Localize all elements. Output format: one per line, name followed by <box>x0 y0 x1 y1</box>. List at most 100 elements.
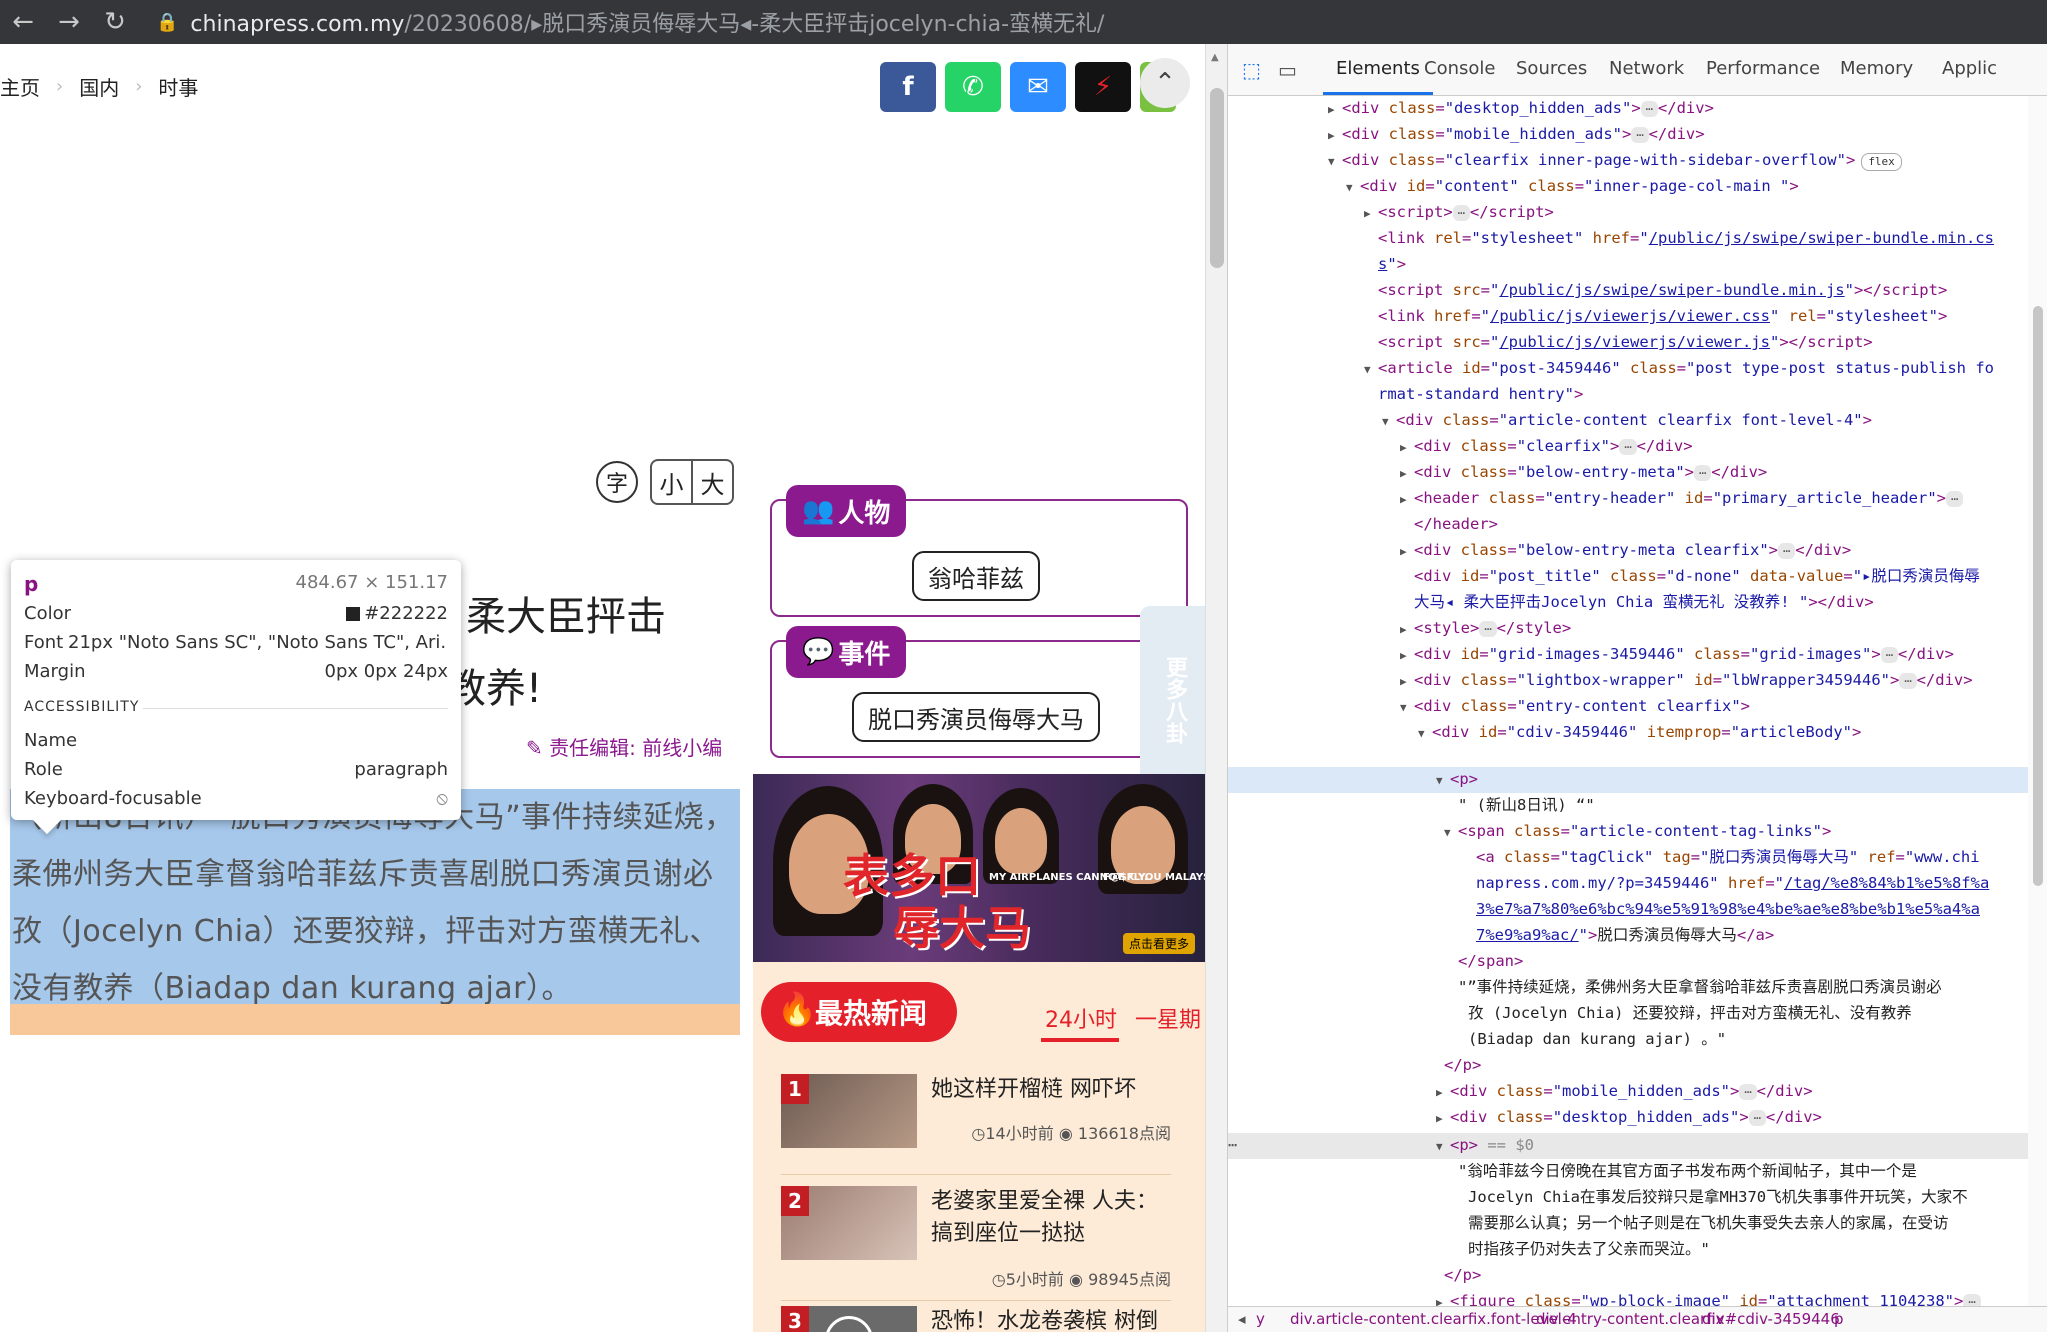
dom-node[interactable]: <link href="/public/js/viewerjs/viewer.c… <box>1228 304 2028 330</box>
dom-node-p-selected[interactable]: ▼ <p> <box>1228 767 2028 794</box>
tab-week[interactable]: 一星期 <box>1135 1002 1201 1034</box>
tooltip-role-value: paragraph <box>354 759 448 780</box>
news-rank: 2 <box>781 1186 809 1216</box>
back-icon[interactable]: ← <box>0 7 46 37</box>
event-tag-link[interactable]: 脱口秀演员侮辱大马 <box>852 692 1100 742</box>
news-rank: 3 <box>781 1306 809 1332</box>
dom-text-node[interactable]: " (新山8日讯) “" <box>1228 793 2028 819</box>
article-title-fragment-1: 柔大臣抨击 <box>466 594 666 640</box>
tab-performance[interactable]: Performance <box>1706 58 1820 79</box>
scroll-top-button[interactable]: ⌃ <box>1140 58 1190 108</box>
font-large-button[interactable]: 大 <box>691 461 732 503</box>
dom-node[interactable]: ▶ <div class="lightbox-wrapper" id="lbWra… <box>1228 668 2028 695</box>
breadcrumb-current[interactable]: 时事 <box>158 72 198 101</box>
crumb-0[interactable]: y <box>1256 1310 1265 1328</box>
lock-icon[interactable]: 🔒 <box>156 12 178 33</box>
breadcrumb-home[interactable]: 主页 <box>0 72 40 101</box>
clock-icon: ◷ <box>971 1124 986 1143</box>
url-host: chinapress.com.my <box>190 12 405 37</box>
address-bar[interactable]: chinapress.com.my/20230608/▸脱口秀演员侮辱大马◂-柔… <box>190 6 1104 38</box>
dom-node[interactable]: ▶ <script> ⋯ </script> <box>1228 200 2028 227</box>
font-small-button[interactable]: 小 <box>652 461 691 503</box>
news-title: 她这样开榴梿 网吓坏 <box>931 1077 1136 1102</box>
breadcrumb-domestic[interactable]: 国内 <box>79 72 119 101</box>
dom-node[interactable]: ▼ <article id="post-3459446" class="post … <box>1228 356 2028 383</box>
tab-console[interactable]: Console <box>1424 58 1495 79</box>
banner-more-button[interactable]: 点击看更多 <box>1122 933 1195 954</box>
tag-link-text: 脱口秀演员侮辱大马 <box>1597 926 1737 944</box>
dom-text-node[interactable]: "翁哈菲兹今日傍晚在其官方面子书发布两个新闻帖子，其中一个是 <box>1228 1159 2028 1185</box>
news-item[interactable]: 1 她这样开榴梿 网吓坏 ◷14小时前 ◉ 136618点阅 <box>781 1074 1171 1174</box>
news-views: 136618点阅 <box>1077 1124 1171 1143</box>
dom-node[interactable]: ▶ <header class="entry-header" id="primar… <box>1228 486 2028 513</box>
tooltip-tag: p <box>24 572 39 596</box>
dom-node[interactable]: ▶ <div class="mobile_hidden_ads"> ⋯ </div> <box>1228 122 2028 149</box>
dom-node[interactable]: ▼ <div id="cdiv-3459446" itemprop="articl… <box>1228 720 2028 747</box>
dom-node[interactable]: ▶ <style> ⋯ </style> <box>1228 616 2028 643</box>
dom-node-continuation: 3%e7%a7%80%e6%bc%94%e5%91%98%e4%be%ae%e8… <box>1476 900 1980 918</box>
forward-icon[interactable]: → <box>46 7 92 37</box>
dom-node[interactable]: ▼ <div class="clearfix inner-page-with-si… <box>1228 148 2028 175</box>
dom-node[interactable]: ▶ <div id="grid-images-3459446" class="gr… <box>1228 642 2028 669</box>
dom-node[interactable]: ▼ <div id="content" class="inner-page-col… <box>1228 174 2028 201</box>
crumb-2[interactable]: div.entry-content.clearfix <box>1536 1310 1725 1328</box>
page-scrollbar-thumb[interactable] <box>1210 88 1224 268</box>
dom-node[interactable]: ▼ <div class="entry-content clearfix"> <box>1228 694 2028 721</box>
devtools-scrollbar-thumb[interactable] <box>2033 306 2043 886</box>
text-node-6: Jocelyn Chia在事发后狡辩只是拿MH370飞机失事事件开玩笑，大家不 <box>1468 1188 1968 1206</box>
dom-node[interactable]: <link rel="stylesheet" href="/public/js/… <box>1228 226 2028 252</box>
news-views: 98945点阅 <box>1088 1270 1171 1289</box>
scroll-up-arrow-icon[interactable]: ▲ <box>1211 52 1219 63</box>
people-title: 👥 人物 <box>786 485 907 537</box>
dom-node[interactable]: <div id="post_title" class="d-none" data… <box>1228 564 2028 590</box>
news-item[interactable]: 2 老婆家里爱全裸 人夫：搞到座位一挞挞 ◷5小时前 ◉ 98945点阅 <box>781 1186 1171 1296</box>
device-toolbar-icon[interactable]: ▭ <box>1278 58 1297 82</box>
dom-node[interactable]: ▶ <figure class="wp-block-image" id="atta… <box>1228 1289 2028 1306</box>
dom-text-continuation: 时指孩子仍对失去了父亲而哭泣。" <box>1228 1237 2028 1263</box>
tab-application[interactable]: Applic <box>1942 58 1997 79</box>
facebook-share-button[interactable]: f <box>880 62 936 112</box>
people-icon: 👥 <box>802 496 835 526</box>
crumb-1[interactable]: div.article-content.clearfix.font-level-… <box>1290 1310 1577 1328</box>
font-size-controls: 字 小 大 <box>596 459 734 505</box>
dom-node-close: </span> <box>1458 952 1524 970</box>
dom-node[interactable]: ▶ <div class="mobile_hidden_ads"> ⋯ </div> <box>1228 1079 2028 1106</box>
inspect-element-icon[interactable]: ⬚ <box>1242 58 1261 82</box>
people-tag-link[interactable]: 翁哈菲兹 <box>912 551 1040 601</box>
crumb-4[interactable]: p <box>1834 1310 1844 1328</box>
crumb-3[interactable]: div#cdiv-3459446 <box>1702 1310 1840 1328</box>
dom-node[interactable]: ▶ <div class="below-entry-meta"> ⋯ </div> <box>1228 460 2028 487</box>
dom-node[interactable]: <script src="/public/js/swipe/swiper-bun… <box>1228 278 2028 304</box>
promo-banner[interactable]: 表多口 辱大马 MY AIRPLANES CANNOT FLY. F@$K YO… <box>753 774 1205 962</box>
tab-24h[interactable]: 24小时 <box>1045 1002 1117 1034</box>
news-item[interactable]: ▶ 3 恐怖！水龙卷袭槟 树倒砸死摩哆骑士 <box>781 1306 1171 1332</box>
tab-elements[interactable]: Elements <box>1336 58 1420 79</box>
dom-node[interactable]: ▶ <div class="clearfix"> ⋯ </div> <box>1228 434 2028 461</box>
dom-node[interactable]: ▶ <div class="below-entry-meta clearfix">… <box>1228 538 2028 565</box>
app-share-button[interactable]: ⚡ <box>1075 62 1131 112</box>
dom-node-continuation: 7%e9%a9%ac/">脱口秀演员侮辱大马</a> <box>1476 926 1775 944</box>
dom-node[interactable]: ▶ <div class="desktop_hidden_ads"> ⋯ </div> <box>1228 1105 2028 1132</box>
dom-text-node[interactable]: "”事件持续延烧，柔佛州务大臣拿督翁哈菲兹斥责喜剧脱口秀演员谢必 <box>1228 975 2028 1001</box>
page-scrollbar[interactable]: ▲ <box>1205 44 1227 1332</box>
dom-node[interactable]: ▶ <div class="desktop_hidden_ads"> ⋯ </div> <box>1228 96 2028 123</box>
dom-tree[interactable]: ▶ <div class="desktop_hidden_ads"> ⋯ </div>… <box>1228 96 2028 1306</box>
not-allowed-icon: ⦸ <box>436 788 448 809</box>
tab-memory[interactable]: Memory <box>1840 58 1913 79</box>
dom-text-continuation: Jocelyn Chia在事发后狡辩只是拿MH370飞机失事事件开玩笑，大家不 <box>1228 1185 2028 1211</box>
whatsapp-share-button[interactable]: ✆ <box>945 62 1001 112</box>
messenger-share-button[interactable]: ✉ <box>1010 62 1066 112</box>
reload-icon[interactable]: ↻ <box>92 7 138 37</box>
dom-node-close: </p> <box>1444 1056 1482 1074</box>
dom-node-p-hovered[interactable]: ⋯ ▼ <p> == $0 <box>1228 1133 2028 1160</box>
tab-network[interactable]: Network <box>1609 58 1684 79</box>
dom-node[interactable]: ▼ <div class="article-content clearfix fo… <box>1228 408 2028 435</box>
dom-node[interactable]: <a class="tagClick" tag="脱口秀演员侮辱大马" ref=… <box>1228 845 2028 871</box>
clock-icon: ◷ <box>991 1270 1006 1289</box>
left-arrow-icon[interactable]: ◂ <box>1238 1310 1246 1328</box>
tab-sources[interactable]: Sources <box>1516 58 1587 79</box>
paragraph-margin-overlay <box>10 1004 740 1035</box>
devtools-scrollbar[interactable] <box>2028 96 2047 1306</box>
dom-node[interactable]: ▼ <span class="article-content-tag-links"… <box>1228 819 2028 846</box>
dom-node[interactable]: <script src="/public/js/viewerjs/viewer.… <box>1228 330 2028 356</box>
